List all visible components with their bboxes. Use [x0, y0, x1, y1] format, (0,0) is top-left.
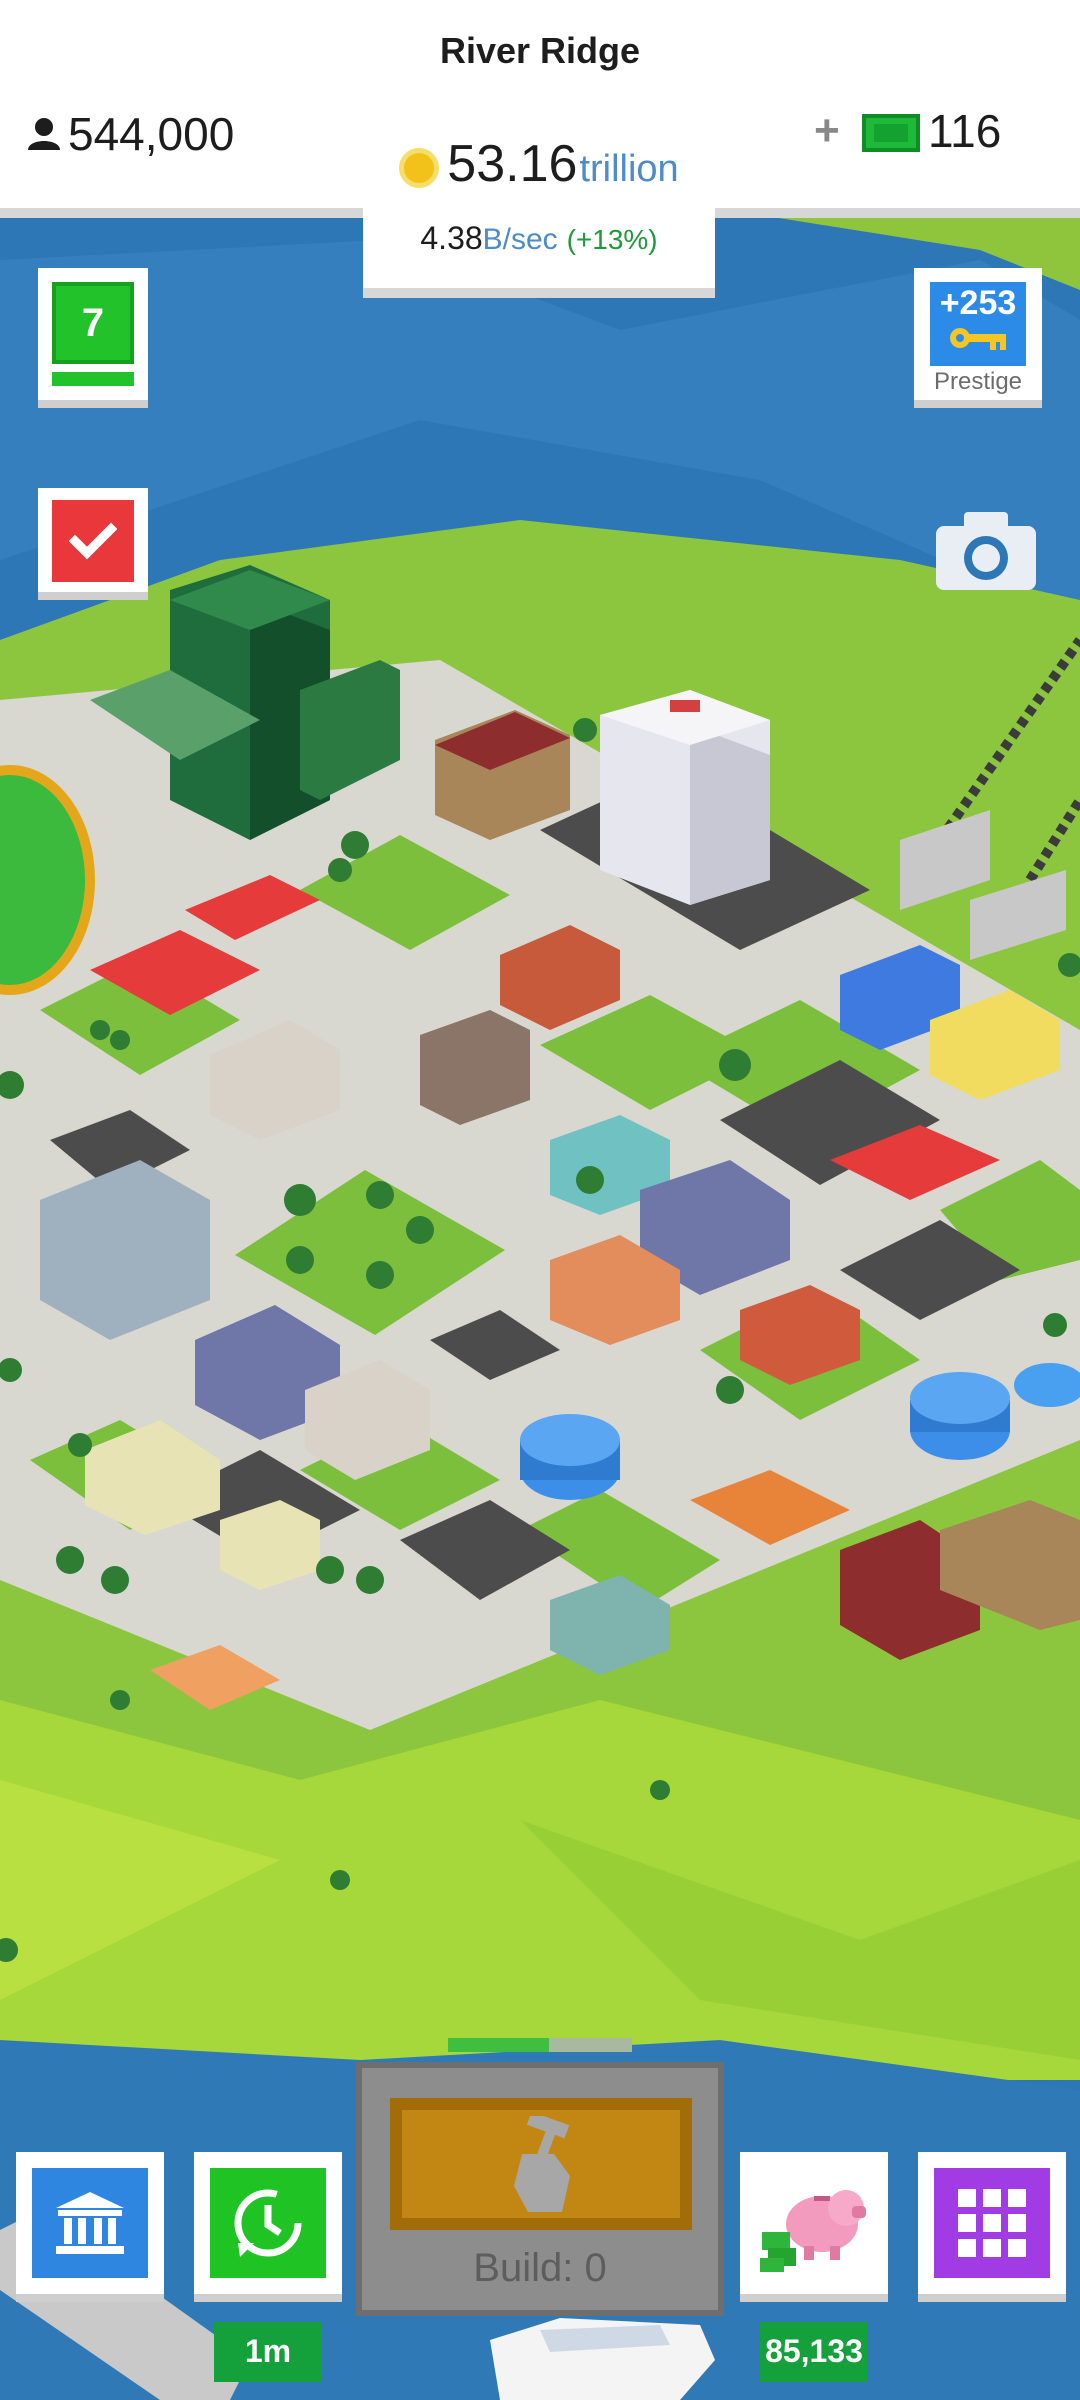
- bank-icon: [56, 2192, 124, 2254]
- time-warp-button[interactable]: [194, 2152, 342, 2302]
- yacht: [490, 2318, 715, 2400]
- grid-icon: [958, 2189, 1026, 2257]
- build-button[interactable]: Build: 0: [356, 2062, 724, 2316]
- prestige-label: Prestige: [933, 368, 1023, 395]
- person-icon: [28, 118, 60, 150]
- bank-button[interactable]: [16, 2152, 164, 2302]
- level-value: 7: [52, 282, 134, 364]
- population-counter: 544,000: [26, 104, 234, 164]
- population-value: 544,000: [68, 108, 235, 160]
- tasks-button[interactable]: [38, 488, 148, 600]
- income-rate: 4.38B/sec (+13%): [363, 220, 715, 257]
- build-count-label: Build: 0: [473, 2246, 607, 2290]
- menu-button[interactable]: [918, 2152, 1066, 2302]
- camera-icon[interactable]: [934, 508, 1038, 592]
- cash-value: 116: [928, 105, 1002, 157]
- key-icon: [950, 328, 1006, 350]
- rate-bonus: (+13%): [566, 224, 658, 255]
- hospital: [600, 690, 770, 905]
- coin-icon: [399, 148, 440, 188]
- clock-icon: [234, 2189, 302, 2257]
- savings-button[interactable]: [740, 2152, 888, 2302]
- piggy-bank-icon: [760, 2190, 866, 2272]
- savings-tag: 85,133: [760, 2322, 868, 2382]
- prestige-button[interactable]: +253 Prestige: [914, 268, 1042, 408]
- level-progress-bar: [52, 372, 134, 386]
- rate-value: 4.38: [420, 220, 483, 256]
- prestige-count: +253: [939, 284, 1017, 322]
- city-name: River Ridge: [439, 30, 641, 71]
- build-panel: [390, 2098, 692, 2230]
- time-warp-tag: 1m: [214, 2322, 322, 2382]
- rate-unit: B/sec: [482, 223, 558, 256]
- hammer-icon: [514, 2116, 570, 2212]
- checkmark-icon: [69, 522, 117, 560]
- coins-unit: trillion: [579, 148, 679, 190]
- coins-panel: 53.16 trillion 4.38B/sec (+13%): [363, 112, 715, 298]
- add-cash-plus[interactable]: +: [814, 106, 840, 156]
- level-button[interactable]: 7: [38, 268, 148, 408]
- build-progress-fill: [448, 2038, 550, 2052]
- build-progress-bar: [448, 2038, 632, 2052]
- coins-value: 53.16: [447, 135, 578, 193]
- cash-icon: [862, 114, 920, 152]
